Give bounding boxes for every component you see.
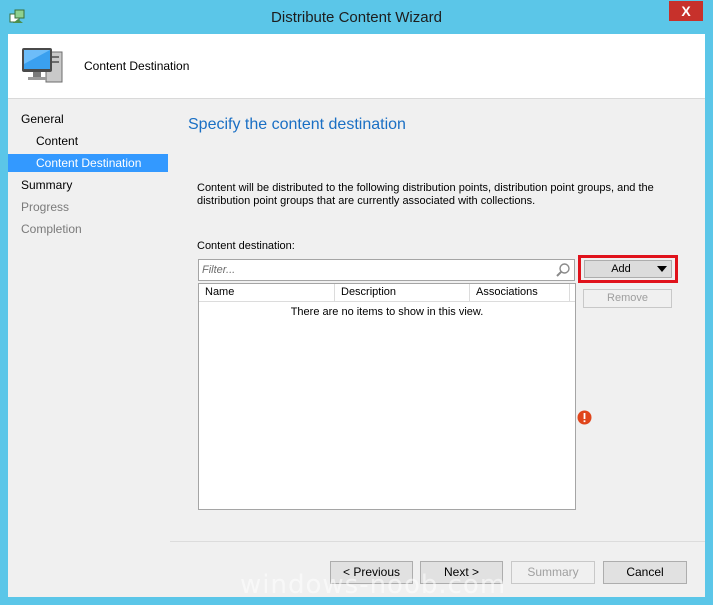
add-button-label: Add [611,263,631,275]
add-button-highlight: Add [578,255,678,283]
summary-button: Summary [511,561,595,584]
wizard-window: Distribute Content Wizard X Content Dest… [0,0,713,605]
empty-list-message: There are no items to show in this view. [290,306,484,318]
column-header-name[interactable]: Name [199,284,335,301]
nav-item-content[interactable]: Content [8,132,168,150]
page-description: Content will be distributed to the follo… [197,182,654,207]
nav-item-general[interactable]: General [8,110,168,128]
cancel-button[interactable]: Cancel [603,561,687,584]
nav-item-content-destination[interactable]: Content Destination [8,154,168,172]
close-button[interactable]: X [669,1,703,21]
list-header: Name Description Associations [199,284,575,302]
filter-box[interactable] [198,259,575,281]
main-panel: Specify the content destination Content … [170,99,705,597]
dropdown-arrow-icon [657,266,667,272]
wizard-client-area: Content Destination General Content Cont… [8,34,705,597]
column-header-description[interactable]: Description [335,284,470,301]
remove-button: Remove [583,289,672,308]
wizard-step-nav: General Content Content Destination Summ… [8,99,168,597]
nav-item-progress: Progress [21,200,70,214]
column-header-associations[interactable]: Associations [470,284,570,301]
computer-monitor-icon [18,42,68,92]
header-title: Content Destination [84,59,190,73]
magnifier-icon[interactable] [555,262,571,278]
title-bar[interactable]: Distribute Content Wizard X [0,0,713,34]
footer-separator [170,541,705,542]
content-destination-list[interactable]: Name Description Associations There are … [198,283,576,510]
window-title: Distribute Content Wizard [271,9,442,26]
watermark: windows-noob.com [240,570,507,600]
wizard-header: Content Destination [8,34,705,99]
filter-input[interactable] [202,263,542,277]
nav-item-summary[interactable]: Summary [8,176,168,194]
error-icon [577,410,592,425]
nav-item-completion: Completion [21,222,82,236]
content-destination-label: Content destination: [197,240,295,252]
page-heading: Specify the content destination [188,116,406,133]
add-button[interactable]: Add [584,260,672,278]
